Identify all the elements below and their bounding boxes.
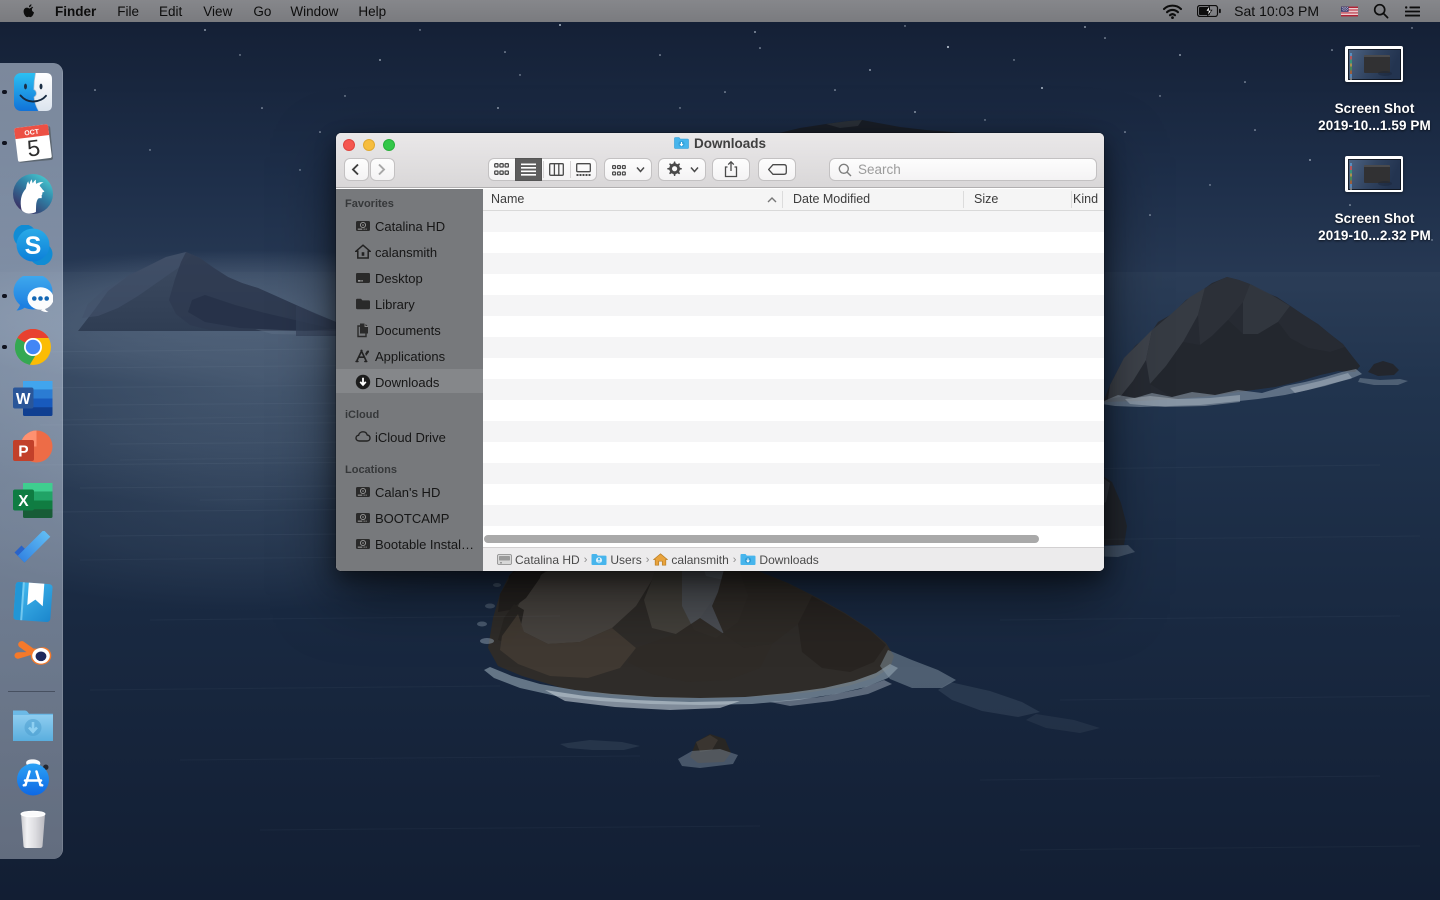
svg-text:X: X (18, 493, 29, 510)
svg-text:S: S (25, 232, 42, 260)
svg-text:P: P (18, 444, 28, 461)
svg-text:W: W (16, 391, 31, 408)
